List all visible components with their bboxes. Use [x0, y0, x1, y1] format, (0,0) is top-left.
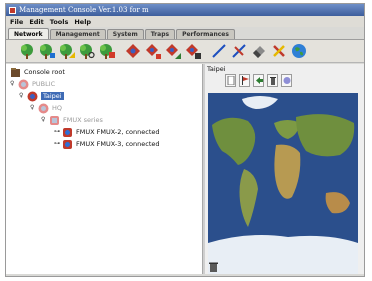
main-window: Management Console Ver.1.03 for m File E…	[6, 4, 364, 276]
tree-icon	[20, 44, 33, 59]
tree-delete-icon	[99, 44, 115, 59]
globe-button[interactable]	[290, 43, 307, 60]
trash-icon[interactable]	[209, 262, 218, 272]
bin-icon	[269, 77, 276, 85]
detail-toolbar	[225, 74, 295, 87]
tree-label-fmux-3: FMUX FMUX-3, connected	[76, 140, 160, 148]
tree-node-fmux-2[interactable]: ⊶ FMUX FMUX-2, connected	[54, 126, 160, 138]
flag-icon	[241, 76, 249, 85]
menu-edit[interactable]: Edit	[29, 18, 43, 26]
expand-toggle[interactable]: ♀	[30, 105, 36, 111]
paint-icon	[283, 77, 290, 84]
tree-pane: Console root ♀ PUBLIC ♀ Taipei ♀ HQ ♀ FM…	[6, 64, 204, 274]
tree-label-taipei: Taipei	[41, 92, 64, 100]
tree-label-hq: HQ	[52, 104, 63, 112]
detail-bin-button[interactable]	[267, 74, 278, 87]
link-button[interactable]	[210, 43, 227, 60]
node-add-icon	[145, 44, 161, 59]
tree-label-fmux-series: FMUX series	[63, 116, 103, 124]
group-icon	[18, 79, 29, 90]
menu-file[interactable]: File	[10, 18, 23, 26]
tree-add-button[interactable]	[38, 43, 55, 60]
title-bar: Management Console Ver.1.03 for m	[6, 4, 364, 16]
expand-toggle[interactable]: ♀	[19, 93, 25, 99]
window-title: Management Console Ver.1.03 for m	[19, 6, 149, 14]
app-icon	[9, 6, 16, 14]
tree-add-icon	[39, 44, 55, 59]
tree-delete-button[interactable]	[98, 43, 115, 60]
group-icon	[38, 103, 49, 114]
device-group-icon	[49, 115, 60, 126]
link-cross-button[interactable]	[230, 43, 247, 60]
device-icon	[62, 127, 73, 138]
globe-icon	[291, 44, 306, 58]
console-root-icon	[10, 67, 21, 78]
link-icon	[211, 44, 226, 58]
detail-flag-button[interactable]	[239, 74, 250, 87]
detail-paint-button[interactable]	[281, 74, 292, 87]
tab-performances[interactable]: Performances	[176, 29, 235, 39]
node-button[interactable]	[124, 43, 141, 60]
link-cross-icon	[231, 44, 246, 58]
expand-toggle[interactable]: ♀	[10, 81, 16, 87]
arrow-icon	[255, 77, 263, 84]
tree-label-public: PUBLIC	[32, 80, 56, 88]
tree-label-fmux-2: FMUX FMUX-2, connected	[76, 128, 160, 136]
tree-root-label: Console root	[24, 68, 65, 76]
tab-network[interactable]: Network	[8, 28, 49, 39]
tree-node-hq[interactable]: ♀ HQ	[30, 102, 62, 114]
tools-icon	[272, 45, 285, 57]
node-edit-icon	[165, 44, 181, 59]
tab-system[interactable]: System	[106, 29, 144, 39]
world-map-image	[208, 93, 358, 274]
tree-find-button[interactable]	[78, 43, 95, 60]
node-icon	[125, 44, 140, 58]
tree-node-public[interactable]: ♀ PUBLIC	[10, 78, 55, 90]
eraser-button[interactable]	[250, 43, 267, 60]
tree-node-taipei[interactable]: ♀ Taipei	[19, 90, 64, 102]
node-edit-button[interactable]	[164, 43, 181, 60]
detail-pane: Taipei	[205, 64, 364, 274]
page-icon	[227, 76, 234, 85]
expand-toggle[interactable]: ♀	[41, 117, 47, 123]
tree-find-icon	[79, 44, 95, 59]
menu-bar: File Edit Tools Help	[6, 16, 364, 27]
tree-edit-icon	[59, 44, 75, 59]
menu-tools[interactable]: Tools	[50, 18, 69, 26]
tools-button[interactable]	[270, 43, 287, 60]
node-delete-button[interactable]	[184, 43, 201, 60]
tab-bar: Network Management System Traps Performa…	[8, 28, 364, 39]
detail-title: Taipei	[207, 65, 226, 73]
tree-edit-button[interactable]	[58, 43, 75, 60]
expand-toggle[interactable]: ⊶	[54, 141, 60, 147]
eraser-icon	[252, 46, 265, 58]
group-icon	[27, 91, 38, 102]
detail-page-button[interactable]	[225, 74, 236, 87]
toolbar	[6, 39, 364, 63]
detail-arrow-button[interactable]	[253, 74, 264, 87]
expand-toggle[interactable]: ⊶	[54, 129, 60, 135]
tab-traps[interactable]: Traps	[144, 29, 176, 39]
node-add-button[interactable]	[144, 43, 161, 60]
tree-root-row[interactable]: Console root	[10, 66, 65, 78]
tree-node-fmux-3[interactable]: ⊶ FMUX FMUX-3, connected	[54, 138, 160, 150]
world-map[interactable]	[208, 93, 358, 274]
device-icon	[62, 139, 73, 150]
node-delete-icon	[185, 44, 201, 59]
menu-help[interactable]: Help	[74, 18, 91, 26]
tree-node-fmux-series[interactable]: ♀ FMUX series	[41, 114, 103, 126]
tree-button[interactable]	[18, 43, 35, 60]
tab-management[interactable]: Management	[49, 29, 106, 39]
